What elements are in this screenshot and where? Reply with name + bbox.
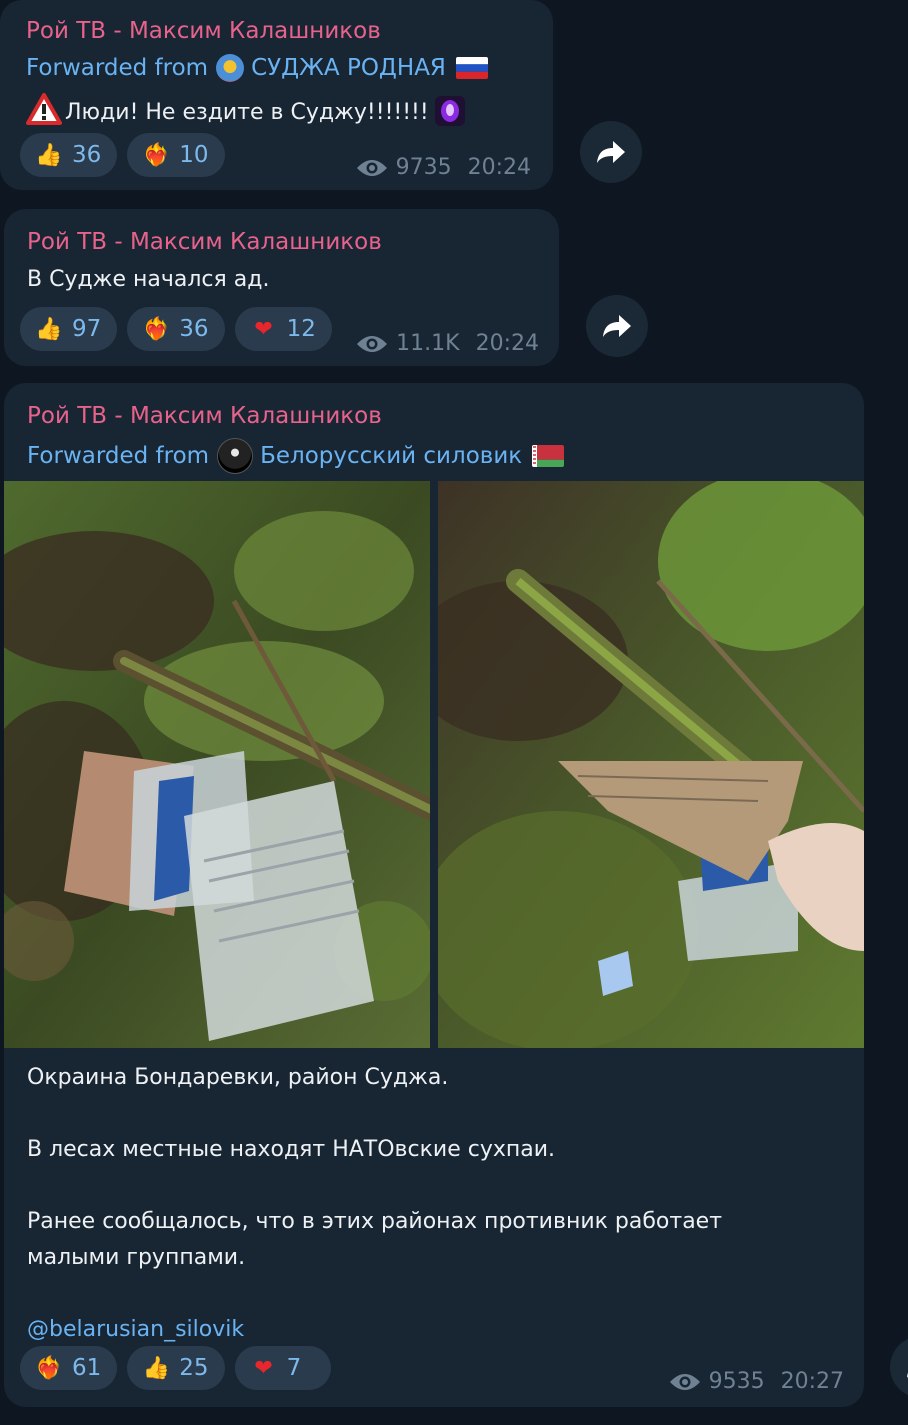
share-button[interactable] [586,295,648,357]
reaction-count: 25 [179,1355,209,1381]
reaction-thumbs-up[interactable]: 👍 36 [20,133,118,177]
author-name[interactable]: Рой ТВ - Максим Калашников [26,18,381,44]
reactions-bar: 👍 36 ❤‍🔥 10 [20,133,225,177]
message-meta: 9735 20:24 [356,155,531,180]
message-paragraph-3: Ранее сообщалось, что в этих районах про… [27,1209,723,1234]
reaction-count: 97 [72,316,102,342]
message-bubble-3: Рой ТВ - Максим Калашников Forwarded fro… [4,383,864,1407]
red-heart-icon: ❤ [254,316,273,342]
purple-lantern-icon [431,90,469,134]
red-heart-icon: ❤ [254,1355,273,1381]
heart-on-fire-icon: ❤‍🔥 [142,316,170,342]
photo-left[interactable] [4,481,430,1048]
belarus-flag-icon [532,445,565,467]
reaction-thumbs-up[interactable]: 👍 97 [20,307,118,351]
reaction-red-heart[interactable]: ❤ 7 [234,1346,331,1390]
thumbs-up-icon: 👍 [35,142,63,168]
reaction-count: 7 [286,1355,302,1381]
share-arrow-icon [603,315,631,337]
view-count: 9535 [708,1369,765,1394]
message-time: 20:27 [780,1369,844,1394]
share-arrow-icon [597,141,625,163]
channel-avatar-icon [217,438,254,474]
thumbs-up-icon: 👍 [35,316,63,342]
channel-avatar-icon [216,54,245,82]
eye-icon [356,159,387,176]
reaction-heart-on-fire[interactable]: ❤‍🔥 61 [20,1346,118,1390]
heart-on-fire-icon: ❤‍🔥 [142,142,170,168]
thumbs-up-icon: 👍 [142,1355,170,1381]
message-meta: 9535 20:27 [669,1369,844,1394]
share-button[interactable] [580,121,642,183]
forwarded-from[interactable]: Forwarded from Белорусский силовик [27,438,565,474]
forward-source: СУДЖА РОДНАЯ [251,55,446,81]
forwarded-from[interactable]: Forwarded from СУДЖА РОДНАЯ [26,54,488,82]
view-count: 11.1K [396,331,460,356]
message-bubble-2: Рой ТВ - Максим Калашников В Судже начал… [4,209,559,366]
forward-label: Forwarded from [27,443,210,469]
message-bubble-1: Рой ТВ - Максим Калашников Forwarded fro… [0,0,553,190]
message-text: Люди! Не ездите в Суджу!!!!!!! [26,90,469,134]
forward-label: Forwarded from [26,55,209,81]
channel-link[interactable]: @belarusian_silovik [27,1317,244,1342]
message-time: 20:24 [475,331,539,356]
reaction-red-heart[interactable]: ❤ 12 [234,307,332,351]
message-paragraph-4: малыми группами. [27,1245,246,1270]
message-paragraph-1: Окраина Бондаревки, район Суджа. [27,1065,449,1090]
share-button-partial[interactable] [890,1336,908,1398]
reaction-count: 36 [179,316,209,342]
reaction-thumbs-up[interactable]: 👍 25 [127,1346,225,1390]
message-text-content: Люди! Не ездите в Суджу!!!!!!! [65,99,429,125]
reaction-count: 61 [72,1355,102,1381]
heart-on-fire-icon: ❤‍🔥 [35,1355,63,1381]
message-time: 20:24 [467,155,531,180]
warning-icon [26,93,62,131]
eye-icon [669,1373,700,1390]
message-paragraph-2: В лесах местные находят НАТОвские сухпаи… [27,1137,556,1162]
russia-flag-icon [455,57,488,79]
message-meta: 11.1K 20:24 [356,331,539,356]
reaction-count: 10 [179,142,209,168]
author-name[interactable]: Рой ТВ - Максим Калашников [27,403,382,429]
reaction-count: 36 [72,142,102,168]
reaction-heart-on-fire[interactable]: ❤‍🔥 36 [127,307,225,351]
eye-icon [357,335,388,352]
forward-source: Белорусский силовик [260,443,523,469]
reaction-count: 12 [286,316,316,342]
reactions-bar: 👍 97 ❤‍🔥 36 ❤ 12 [20,307,332,351]
reaction-heart-on-fire[interactable]: ❤‍🔥 10 [127,133,225,177]
view-count: 9735 [395,155,452,180]
author-name[interactable]: Рой ТВ - Максим Калашников [27,229,382,255]
message-text: В Судже начался ад. [27,267,270,292]
photo-right[interactable] [438,481,864,1048]
reactions-bar: ❤‍🔥 61 👍 25 ❤ 7 [20,1346,331,1390]
